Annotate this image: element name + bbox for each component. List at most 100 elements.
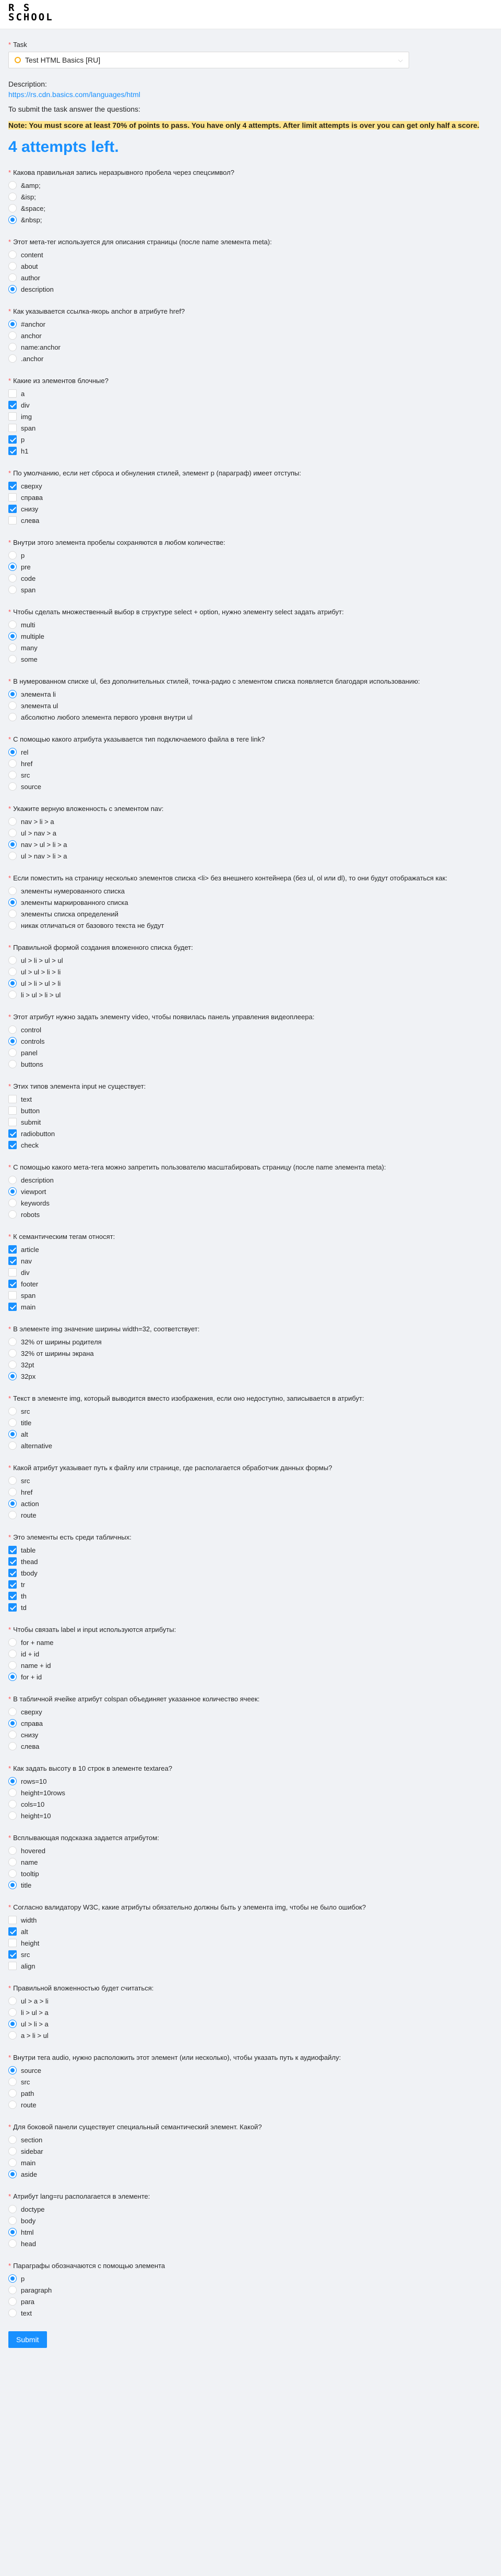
radio-option[interactable]: ul > nav > li > a: [8, 850, 493, 862]
radio-button[interactable]: [8, 216, 17, 224]
radio-button[interactable]: [8, 2136, 17, 2144]
radio-option[interactable]: p: [8, 550, 493, 561]
radio-button[interactable]: [8, 1881, 17, 1889]
radio-button[interactable]: [8, 551, 17, 559]
checkbox-option[interactable]: height: [8, 1937, 493, 1949]
checkbox-option[interactable]: thead: [8, 1556, 493, 1567]
radio-option[interactable]: section: [8, 2134, 493, 2145]
radio-button[interactable]: [8, 748, 17, 756]
radio-button[interactable]: [8, 1349, 17, 1357]
radio-button[interactable]: [8, 262, 17, 270]
checkbox-option[interactable]: справа: [8, 492, 493, 503]
radio-button[interactable]: [8, 2078, 17, 2086]
radio-option[interactable]: a > li > ul: [8, 2030, 493, 2041]
radio-button[interactable]: [8, 354, 17, 363]
checkbox-option[interactable]: text: [8, 1093, 493, 1105]
radio-button[interactable]: [8, 2020, 17, 2028]
radio-option[interactable]: height=10rows: [8, 1787, 493, 1798]
radio-button[interactable]: [8, 1407, 17, 1415]
checkbox[interactable]: [8, 1257, 17, 1265]
radio-button[interactable]: [8, 320, 17, 328]
radio-button[interactable]: [8, 1210, 17, 1219]
checkbox[interactable]: [8, 1106, 17, 1115]
radio-option[interactable]: ul > li > a: [8, 2018, 493, 2030]
checkbox[interactable]: [8, 1141, 17, 1149]
checkbox-option[interactable]: submit: [8, 1116, 493, 1128]
radio-option[interactable]: элементы маркированного списка: [8, 897, 493, 908]
radio-option[interactable]: сверху: [8, 1706, 493, 1718]
checkbox-option[interactable]: снизу: [8, 503, 493, 515]
radio-button[interactable]: [8, 1060, 17, 1068]
radio-option[interactable]: tooltip: [8, 1868, 493, 1879]
radio-button[interactable]: [8, 285, 17, 293]
radio-button[interactable]: [8, 968, 17, 976]
radio-button[interactable]: [8, 1372, 17, 1380]
radio-option[interactable]: height=10: [8, 1810, 493, 1821]
radio-option[interactable]: 32px: [8, 1370, 493, 1382]
radio-option[interactable]: buttons: [8, 1058, 493, 1070]
checkbox-option[interactable]: div: [8, 399, 493, 411]
radio-button[interactable]: [8, 2147, 17, 2155]
radio-option[interactable]: name:anchor: [8, 341, 493, 353]
radio-option[interactable]: route: [8, 1509, 493, 1521]
checkbox[interactable]: [8, 1569, 17, 1577]
radio-button[interactable]: [8, 1338, 17, 1346]
checkbox-option[interactable]: td: [8, 1602, 493, 1613]
radio-option[interactable]: src: [8, 1475, 493, 1486]
radio-option[interactable]: &nbsp;: [8, 214, 493, 225]
checkbox[interactable]: [8, 1592, 17, 1600]
radio-option[interactable]: anchor: [8, 330, 493, 341]
radio-button[interactable]: [8, 759, 17, 768]
radio-button[interactable]: [8, 1858, 17, 1866]
radio-option[interactable]: 32% от ширины экрана: [8, 1347, 493, 1359]
radio-button[interactable]: [8, 1788, 17, 1797]
radio-option[interactable]: alternative: [8, 1440, 493, 1451]
checkbox-option[interactable]: tr: [8, 1579, 493, 1590]
radio-option[interactable]: 32% от ширины родителя: [8, 1336, 493, 1347]
radio-button[interactable]: [8, 586, 17, 594]
radio-option[interactable]: элементы нумерованного списка: [8, 885, 493, 897]
submit-button[interactable]: Submit: [8, 2331, 47, 2348]
radio-option[interactable]: action: [8, 1498, 493, 1509]
radio-option[interactable]: src: [8, 1405, 493, 1417]
radio-option[interactable]: &isp;: [8, 191, 493, 202]
radio-option[interactable]: &amp;: [8, 180, 493, 191]
radio-button[interactable]: [8, 1048, 17, 1057]
checkbox[interactable]: [8, 389, 17, 398]
checkbox[interactable]: [8, 1280, 17, 1288]
radio-button[interactable]: [8, 1650, 17, 1658]
radio-option[interactable]: multi: [8, 619, 493, 630]
radio-button[interactable]: [8, 1869, 17, 1878]
checkbox-option[interactable]: div: [8, 1267, 493, 1278]
radio-option[interactable]: doctype: [8, 2203, 493, 2215]
radio-option[interactable]: keywords: [8, 1197, 493, 1209]
checkbox[interactable]: [8, 516, 17, 524]
radio-button[interactable]: [8, 829, 17, 837]
radio-button[interactable]: [8, 771, 17, 779]
radio-option[interactable]: rel: [8, 746, 493, 758]
radio-option[interactable]: robots: [8, 1209, 493, 1220]
radio-button[interactable]: [8, 1418, 17, 1427]
radio-option[interactable]: ul > li > ul > ul: [8, 955, 493, 966]
radio-button[interactable]: [8, 2158, 17, 2167]
radio-option[interactable]: li > ul > a: [8, 2007, 493, 2018]
radio-option[interactable]: p: [8, 2273, 493, 2284]
checkbox[interactable]: [8, 447, 17, 455]
checkbox-option[interactable]: сверху: [8, 480, 493, 492]
radio-button[interactable]: [8, 2286, 17, 2294]
radio-button[interactable]: [8, 921, 17, 929]
checkbox-option[interactable]: p: [8, 434, 493, 445]
radio-option[interactable]: route: [8, 2099, 493, 2110]
checkbox[interactable]: [8, 1118, 17, 1126]
radio-button[interactable]: [8, 840, 17, 849]
checkbox-option[interactable]: span: [8, 1290, 493, 1301]
radio-option[interactable]: source: [8, 781, 493, 792]
radio-option[interactable]: pre: [8, 561, 493, 573]
radio-button[interactable]: [8, 1846, 17, 1855]
radio-option[interactable]: элементы списка определений: [8, 908, 493, 920]
radio-option[interactable]: ul > ul > li > li: [8, 966, 493, 977]
radio-option[interactable]: элемента li: [8, 688, 493, 700]
radio-button[interactable]: [8, 991, 17, 999]
radio-button[interactable]: [8, 621, 17, 629]
checkbox-option[interactable]: слева: [8, 515, 493, 526]
